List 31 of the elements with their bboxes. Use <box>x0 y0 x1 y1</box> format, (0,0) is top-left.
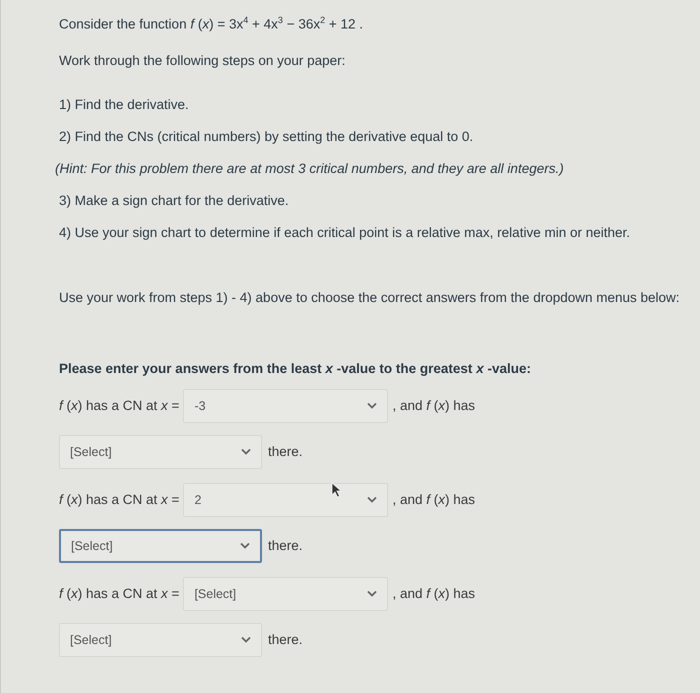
answer-label: f (x) has a CN at x = <box>59 398 180 413</box>
dropdown-select[interactable]: [Select] <box>59 528 262 562</box>
instruction-text: Use your work from steps 1) - 4) above to choose the correct answers from the dropdown menus below: <box>59 288 680 307</box>
answer-label: there. <box>268 538 303 553</box>
answer-label: there. <box>268 444 303 459</box>
chevron-icon <box>240 542 250 549</box>
dropdown-select[interactable]: [Select] <box>183 576 388 610</box>
chevron-icon <box>367 590 378 597</box>
prompt-text: Please enter your answers from the least x -value to the greatest x -value: <box>59 360 532 378</box>
answer-label: there. <box>268 632 303 647</box>
dropdown-select[interactable]: 2 <box>183 482 388 516</box>
answer-label: f (x) has a CN at x = <box>59 586 180 601</box>
dropdown-select[interactable]: [Select] <box>59 622 262 656</box>
step-text: 3) Make a sign chart for the derivative. <box>59 192 290 210</box>
answer-label: f (x) has a CN at x = <box>59 492 180 507</box>
answer-label: , and f (x) has <box>392 492 475 507</box>
chevron-icon <box>241 636 251 643</box>
step-text: 2) Find the CNs (critical numbers) by setting the derivative equal to 0. <box>59 128 474 146</box>
answer-label: , and f (x) has <box>392 398 475 413</box>
chevron-icon <box>367 402 378 409</box>
pointer-icon <box>331 482 343 498</box>
dropdown-select[interactable]: [Select] <box>59 434 262 468</box>
hint-text: (Hint: For this problem there are at most 3 critical numbers, and they are all integers.) <box>55 160 565 178</box>
chevron-icon <box>241 448 251 455</box>
chevron-icon <box>367 496 378 503</box>
function-text: Consider the function f (x) = 3x$^{4}$ + 4x$^{3}$ − 36x$^{2}$ + 12 . <box>59 14 364 34</box>
step-text: 4) Use your sign chart to determine if each critical point is a relative max, relative min or neither. <box>59 224 631 242</box>
answer-label: , and f (x) has <box>392 586 475 601</box>
dropdown-select[interactable]: -3 <box>183 388 388 422</box>
instruction-text: Work through the following steps on your paper: <box>59 52 346 70</box>
step-text: 1) Find the derivative. <box>59 96 190 114</box>
